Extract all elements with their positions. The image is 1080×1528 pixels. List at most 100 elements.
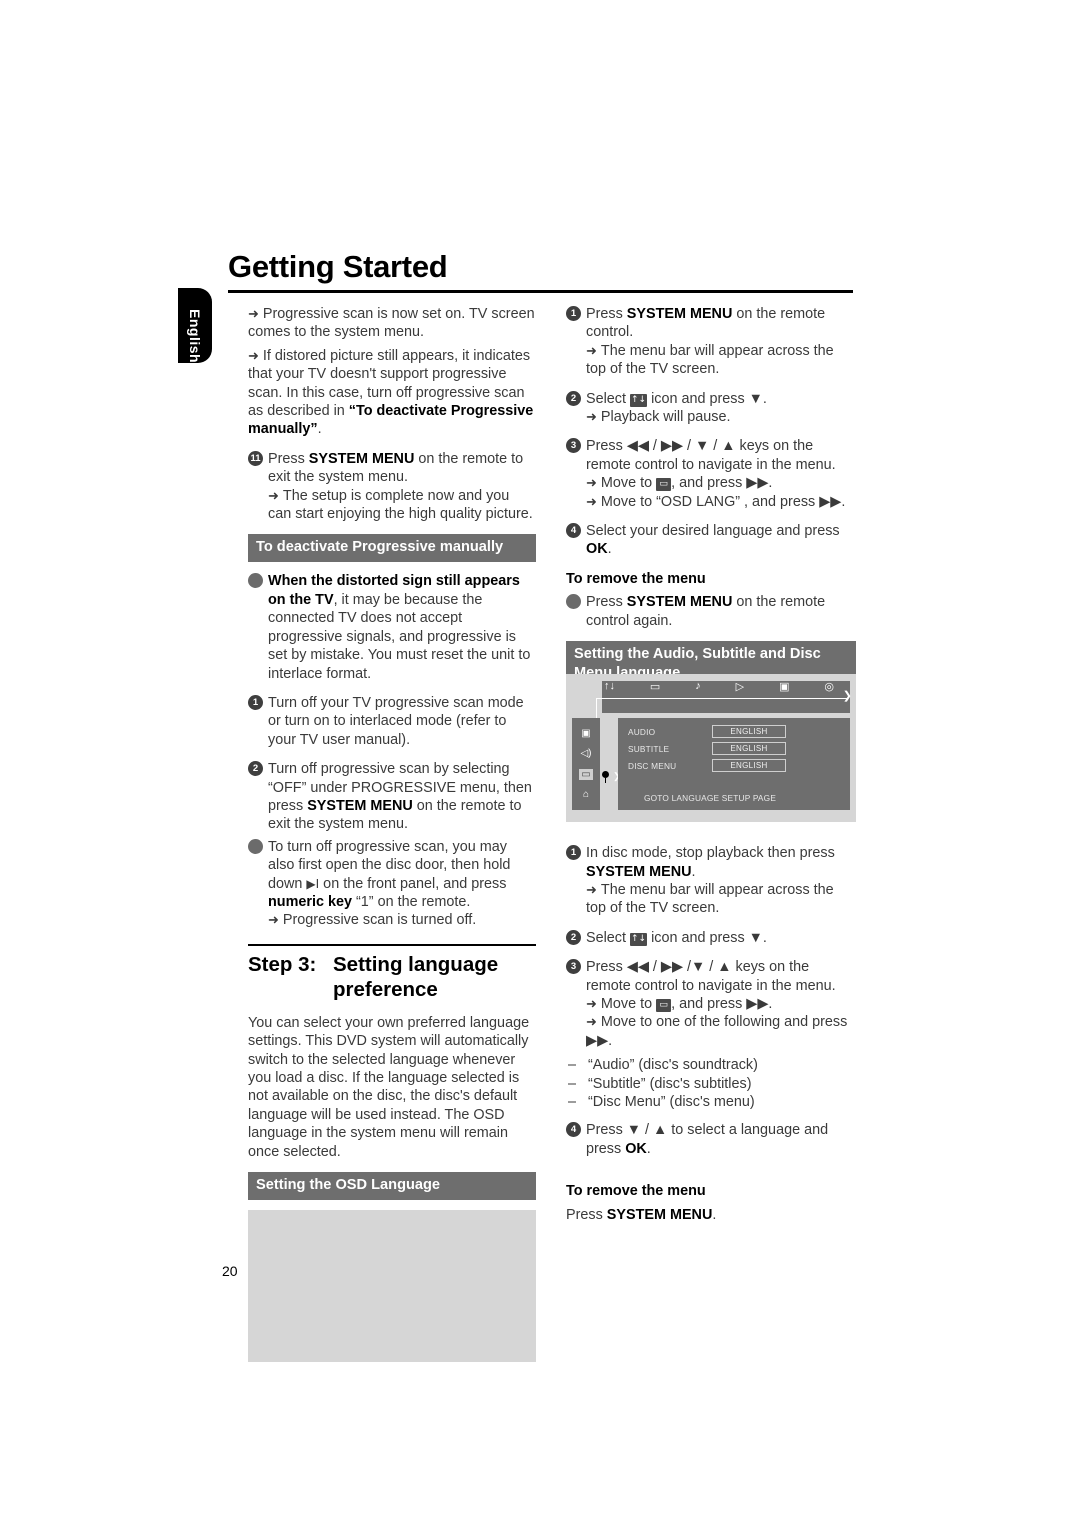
- osd-1-arrow: The menu bar will appear across the top …: [586, 342, 834, 378]
- title-divider: [228, 290, 853, 293]
- tv-osd-screenshot: ↑↓ ▭ ♪ ▷ ▣ ◎ ❯ ▣ ◁) ▭ ⌂ ❯ AUDIO ENGLISH …: [566, 674, 856, 822]
- step-3-body: You can select your own preferred langua…: [248, 1014, 530, 1160]
- osd-4-pre: Select your desired language and press: [586, 523, 840, 540]
- audio-2-post: icon and press ▼.: [647, 929, 767, 946]
- alt-bold: numeric key: [268, 893, 352, 910]
- step-divider: [248, 943, 536, 946]
- list-item-deactivate-alt: To turn off progressive scan, you may al…: [248, 838, 536, 930]
- disc-menu-icon: ▭: [649, 680, 661, 693]
- osd-footer-text: GOTO LANGUAGE SETUP PAGE: [644, 793, 777, 803]
- disc-menu-icon: ▭: [656, 478, 672, 492]
- osd-4-post: .: [607, 541, 612, 558]
- osd-2-post: icon and press ▼.: [647, 390, 767, 407]
- remove-2-post: .: [712, 1206, 717, 1223]
- remove-2-pre: Press: [566, 1206, 607, 1223]
- osd-row-label: AUDIO: [628, 727, 656, 737]
- osd-cursor-handle: [601, 771, 610, 783]
- step-marker: 2: [566, 390, 581, 406]
- language-options-list: “Audio” (disc's soundtrack) “Subtitle” (…: [566, 1056, 856, 1112]
- disc-menu-icon: ▭: [656, 998, 672, 1012]
- deactivate-step-2-bold: SYSTEM MENU: [307, 797, 413, 814]
- screen-icon: ▣: [779, 680, 790, 693]
- list-item-osd-step-3: 3 Press ◀◀ / ▶▶ / ▼ / ▲ keys on the remo…: [566, 437, 856, 511]
- subtitle-icon: ▭: [579, 768, 593, 780]
- list-item-audio-step-1: 1 In disc mode, stop playback then press…: [566, 844, 856, 918]
- disc-icon: ◎: [824, 680, 834, 693]
- audio-1-post: .: [691, 863, 696, 880]
- step-3-label: Step 3:: [248, 952, 317, 976]
- alt-arrow: Progressive scan is turned off.: [282, 912, 477, 929]
- remove-menu-heading-1: To remove the menu: [566, 570, 856, 588]
- speaker-icon: ◁): [580, 748, 592, 760]
- list-item-distorted-sign: When the distorted sign still appears on…: [248, 572, 536, 682]
- audio-3-arrow-1-post: , and press ▶▶.: [671, 995, 773, 1012]
- audio-3-arrow-2: Move to one of the following and press ▶…: [586, 1014, 848, 1049]
- manual-page: Getting Started English Progressive scan…: [0, 0, 1080, 1528]
- deactivate-step-1-text: Turn off your TV progressive scan mode o…: [268, 694, 524, 748]
- osd-panel: AUDIO ENGLISH SUBTITLE ENGLISH DISC MENU…: [618, 718, 850, 810]
- step-marker: 1: [566, 306, 581, 321]
- list-item-audio-step-2: 2 Select ↑↓ icon and press ▼.: [566, 929, 856, 947]
- osd-2-arrow: Playback will pause.: [600, 409, 731, 426]
- step-marker: 2: [566, 929, 581, 945]
- page-title: Getting Started: [228, 249, 448, 284]
- list-item-osd-step-1: 1 Press SYSTEM MENU on the remote contro…: [566, 305, 856, 379]
- audio-4-pre: Press ▼ / ▲ to select a language and pre…: [586, 1122, 829, 1157]
- list-item-osd-step-2: 2 Select ↑↓ icon and press ▼. Playback w…: [566, 390, 856, 427]
- chevron-right-icon: ❯: [842, 690, 852, 702]
- language-tab-label: English: [187, 309, 203, 364]
- list-item-osd-step-4: 4 Select your desired language and press…: [566, 522, 856, 559]
- step-marker: 4: [566, 1122, 581, 1138]
- step-marker: 2: [248, 761, 263, 777]
- play-icon: ▷: [735, 680, 745, 693]
- list-item-remove-menu-1: Press SYSTEM MENU on the remote control …: [566, 593, 856, 630]
- audio-2-pre: Select: [586, 929, 630, 946]
- intro-arrow-2: If distored picture still appears, it in…: [248, 347, 536, 439]
- audio-1-bold: SYSTEM MENU: [586, 863, 692, 880]
- alt-post: “1” on the remote.: [352, 893, 471, 910]
- osd-row-value: ENGLISH: [712, 725, 786, 738]
- step-11-pre: Press: [268, 450, 309, 467]
- lock-icon: ⌂: [582, 789, 590, 801]
- list-item: “Audio” (disc's soundtrack): [566, 1056, 856, 1075]
- osd-3-pre: Press ◀◀ / ▶▶ / ▼ / ▲ keys on the remote…: [586, 438, 836, 473]
- step-11-arrow: The setup is complete now and you can st…: [268, 487, 533, 523]
- remove-menu-1-title: To remove the menu: [566, 570, 706, 587]
- step-marker: 1: [566, 845, 581, 861]
- osd-3-arrow-2: Move to “OSD LANG” , and press ▶▶.: [600, 493, 846, 510]
- step-marker: 3: [566, 438, 581, 454]
- osd-3-arrow-1-pre: Move to: [600, 475, 657, 492]
- osd-2-pre: Select: [586, 390, 630, 407]
- page-number: 20: [222, 1263, 238, 1279]
- audio-3-arrow-1-pre: Move to: [600, 995, 657, 1012]
- audio-1-pre: In disc mode, stop playback then press: [586, 845, 835, 862]
- osd-row-label: DISC MENU: [628, 761, 677, 771]
- osd-row-value: ENGLISH: [712, 759, 786, 772]
- list-item: “Disc Menu” (disc's menu): [566, 1093, 856, 1112]
- list-item-audio-step-3: 3 Press ◀◀ / ▶▶ /▼ / ▲ keys on the remot…: [566, 958, 856, 1050]
- remove-menu-heading-2: To remove the menu: [566, 1182, 856, 1200]
- osd-menubar-icons: ↑↓ ▭ ♪ ▷ ▣ ◎: [604, 677, 834, 695]
- step-3-title: Setting language preference: [333, 952, 499, 1001]
- list-item-deactivate-2: 2 Turn off progressive scan by selecting…: [248, 760, 536, 834]
- play-next-icon: ▶I: [306, 876, 320, 891]
- audio-icon: ♪: [695, 680, 701, 692]
- list-item-audio-step-4: 4 Press ▼ / ▲ to select a language and p…: [566, 1121, 856, 1158]
- osd-3-arrow-1-post: , and press ▶▶.: [671, 475, 773, 492]
- intro-arrow-2-tail: .: [317, 421, 322, 438]
- section-header-osd-language: Setting the OSD Language: [248, 1172, 536, 1201]
- screen-icon: ▣: [581, 727, 591, 739]
- section-header-deactivate: To deactivate Progressive manually: [248, 534, 536, 563]
- preference-icon: ↑↓: [630, 393, 648, 407]
- osd-language-illustration: [248, 1210, 536, 1363]
- bullet-marker: [248, 573, 263, 589]
- preference-icon: ↑↓: [630, 932, 648, 946]
- list-item-deactivate-1: 1 Turn off your TV progressive scan mode…: [248, 694, 536, 749]
- list-item: “Subtitle” (disc's subtitles): [566, 1075, 856, 1094]
- audio-4-post: .: [646, 1140, 651, 1157]
- step-11-bold: SYSTEM MENU: [308, 450, 415, 467]
- remove-menu-2-body: Press SYSTEM MENU.: [566, 1206, 856, 1224]
- osd-sidebar: ▣ ◁) ▭ ⌂: [572, 718, 600, 810]
- osd-row-label: SUBTITLE: [628, 744, 670, 754]
- step-marker: 11: [248, 450, 263, 466]
